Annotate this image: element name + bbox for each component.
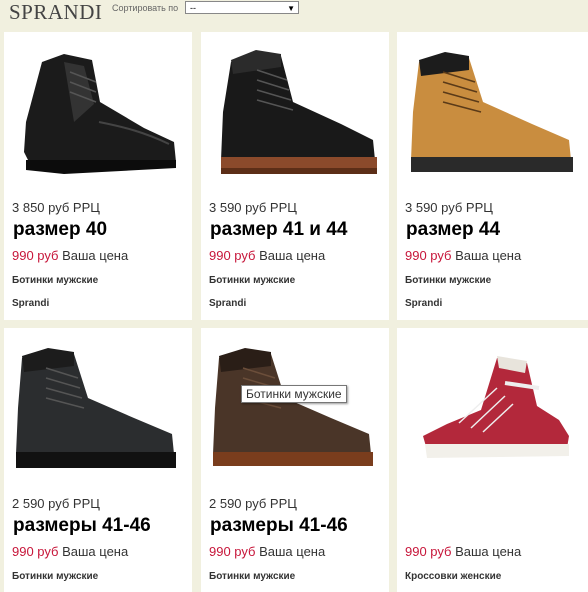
product-image-red-hightop-sneaker[interactable]	[397, 328, 585, 488]
price-suffix: Ваша цена	[451, 544, 522, 559]
rrp-price: 3 590 руб РРЦ	[209, 200, 297, 215]
your-price: 990 руб Ваша цена	[405, 544, 521, 559]
sort-select[interactable]: -- ▼	[185, 1, 299, 14]
category-link[interactable]: Ботинки мужские	[12, 571, 98, 582]
category-link[interactable]: Ботинки мужские	[209, 275, 295, 286]
product-image-black-nubuck-boot[interactable]	[4, 328, 192, 488]
product-card[interactable]: 3 590 руб РРЦ размер 44 990 руб Ваша цен…	[397, 32, 588, 320]
price-value: 990 руб	[405, 248, 452, 263]
price-suffix: Ваша цена	[451, 248, 522, 263]
your-price: 990 руб Ваша цена	[209, 544, 325, 559]
price-value: 990 руб	[12, 248, 59, 263]
size-label: размер 44	[406, 219, 501, 240]
price-value: 990 руб	[209, 248, 256, 263]
brand-logo[interactable]: SPRANDI	[9, 0, 102, 25]
your-price: 990 руб Ваша цена	[12, 248, 128, 263]
price-value: 990 руб	[405, 544, 452, 559]
size-label: размеры 41-46	[210, 515, 348, 536]
your-price: 990 руб Ваша цена	[209, 248, 325, 263]
price-value: 990 руб	[12, 544, 59, 559]
price-value: 990 руб	[209, 544, 256, 559]
price-suffix: Ваша цена	[58, 544, 129, 559]
category-link[interactable]: Кроссовки женские	[405, 571, 501, 582]
rrp-price: 3 590 руб РРЦ	[405, 200, 493, 215]
your-price: 990 руб Ваша цена	[405, 248, 521, 263]
sort-label: Сортировать по	[112, 3, 179, 13]
brand-link[interactable]: Sprandi	[209, 298, 246, 309]
your-price: 990 руб Ваша цена	[12, 544, 128, 559]
product-card[interactable]: 2 590 руб РРЦ размеры 41-46 990 руб Ваша…	[201, 328, 389, 592]
size-label: размеры 41-46	[13, 515, 151, 536]
size-label: размер 40	[13, 219, 108, 240]
product-card[interactable]: 3 850 руб РРЦ размер 40 990 руб Ваша цен…	[4, 32, 192, 320]
category-link[interactable]: Ботинки мужские	[209, 571, 295, 582]
product-image-black-work-boot[interactable]	[201, 32, 389, 192]
price-suffix: Ваша цена	[58, 248, 129, 263]
product-card[interactable]: 2 590 руб РРЦ размеры 41-46 990 руб Ваша…	[4, 328, 192, 592]
brand-link[interactable]: Sprandi	[405, 298, 442, 309]
chevron-down-icon: ▼	[287, 4, 295, 13]
price-suffix: Ваша цена	[255, 544, 326, 559]
size-label: размер 41 и 44	[210, 219, 348, 240]
product-image-black-leather-chukka-boot[interactable]	[4, 32, 192, 192]
price-suffix: Ваша цена	[255, 248, 326, 263]
category-link[interactable]: Ботинки мужские	[12, 275, 98, 286]
rrp-price: 3 850 руб РРЦ	[12, 200, 100, 215]
sort-select-value: --	[190, 3, 196, 13]
product-card[interactable]: 3 590 руб РРЦ размер 41 и 44 990 руб Ваш…	[201, 32, 389, 320]
product-card[interactable]: 990 руб Ваша цена Кроссовки женские	[397, 328, 588, 592]
tooltip: Ботинки мужские	[241, 385, 347, 403]
category-link[interactable]: Ботинки мужские	[405, 275, 491, 286]
product-image-tan-work-boot[interactable]	[397, 32, 585, 192]
brand-link[interactable]: Sprandi	[12, 298, 49, 309]
product-image-brown-nubuck-boot[interactable]	[201, 328, 389, 488]
rrp-price: 2 590 руб РРЦ	[12, 496, 100, 511]
rrp-price: 2 590 руб РРЦ	[209, 496, 297, 511]
